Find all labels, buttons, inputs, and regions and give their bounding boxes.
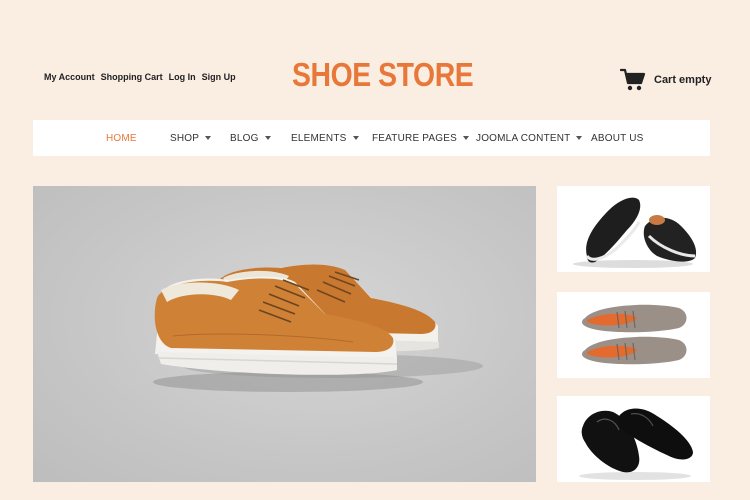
chevron-down-icon [264, 136, 271, 140]
nav-item-label: HOME [106, 132, 137, 144]
chevron-down-icon [352, 136, 359, 140]
nav-item-elements[interactable]: ELEMENTS [291, 120, 359, 156]
nav-item-home[interactable]: HOME [106, 120, 137, 156]
header: My Account Shopping Cart Log In Sign Up … [0, 0, 750, 120]
log-in-link[interactable]: Log In [169, 72, 196, 82]
sign-up-link[interactable]: Sign Up [202, 72, 236, 82]
nav-item-label: BLOG [230, 132, 259, 144]
nav-item-label: FEATURE PAGES [372, 132, 458, 144]
chevron-down-icon [205, 136, 212, 140]
account-links: My Account Shopping Cart Log In Sign Up [44, 72, 236, 82]
brown-sneakers-illustration [153, 264, 483, 392]
thumbnail-black-oxfords[interactable] [557, 396, 710, 482]
my-account-link[interactable]: My Account [44, 72, 95, 82]
site-logo[interactable]: SHOE STORE [292, 56, 474, 94]
nav-item-label: SHOP [170, 132, 200, 144]
nav-item-blog[interactable]: BLOG [230, 120, 271, 156]
shopping-cart-link[interactable]: Shopping Cart [101, 72, 163, 82]
cart-status: Cart empty [654, 74, 712, 86]
black-suede-shoes-illustration [573, 197, 697, 268]
nav-item-joomla-content[interactable]: JOOMLA CONTENT [476, 120, 583, 156]
nav-item-about-us[interactable]: ABOUT US [591, 120, 644, 156]
nav-item-feature-pages[interactable]: FEATURE PAGES [372, 120, 470, 156]
thumbnail-black-suede-shoes[interactable] [557, 186, 710, 272]
chevron-down-icon [576, 136, 583, 140]
chevron-down-icon [463, 136, 470, 140]
nav-item-label: JOOMLA CONTENT [476, 132, 571, 144]
thumbnail-grey-orange-shoes[interactable] [557, 292, 710, 378]
black-oxfords-illustration [579, 408, 693, 480]
nav-item-label: ELEMENTS [291, 132, 347, 144]
main-nav: HOME SHOP BLOG ELEMENTS FEATURE PAGES JO… [33, 120, 710, 156]
nav-item-label: ABOUT US [591, 132, 644, 144]
grey-orange-shoes-illustration [582, 304, 687, 365]
nav-item-shop[interactable]: SHOP [170, 120, 212, 156]
hero-image[interactable] [33, 186, 536, 482]
cart-widget[interactable]: Cart empty [620, 68, 711, 92]
cart-icon [620, 68, 646, 92]
